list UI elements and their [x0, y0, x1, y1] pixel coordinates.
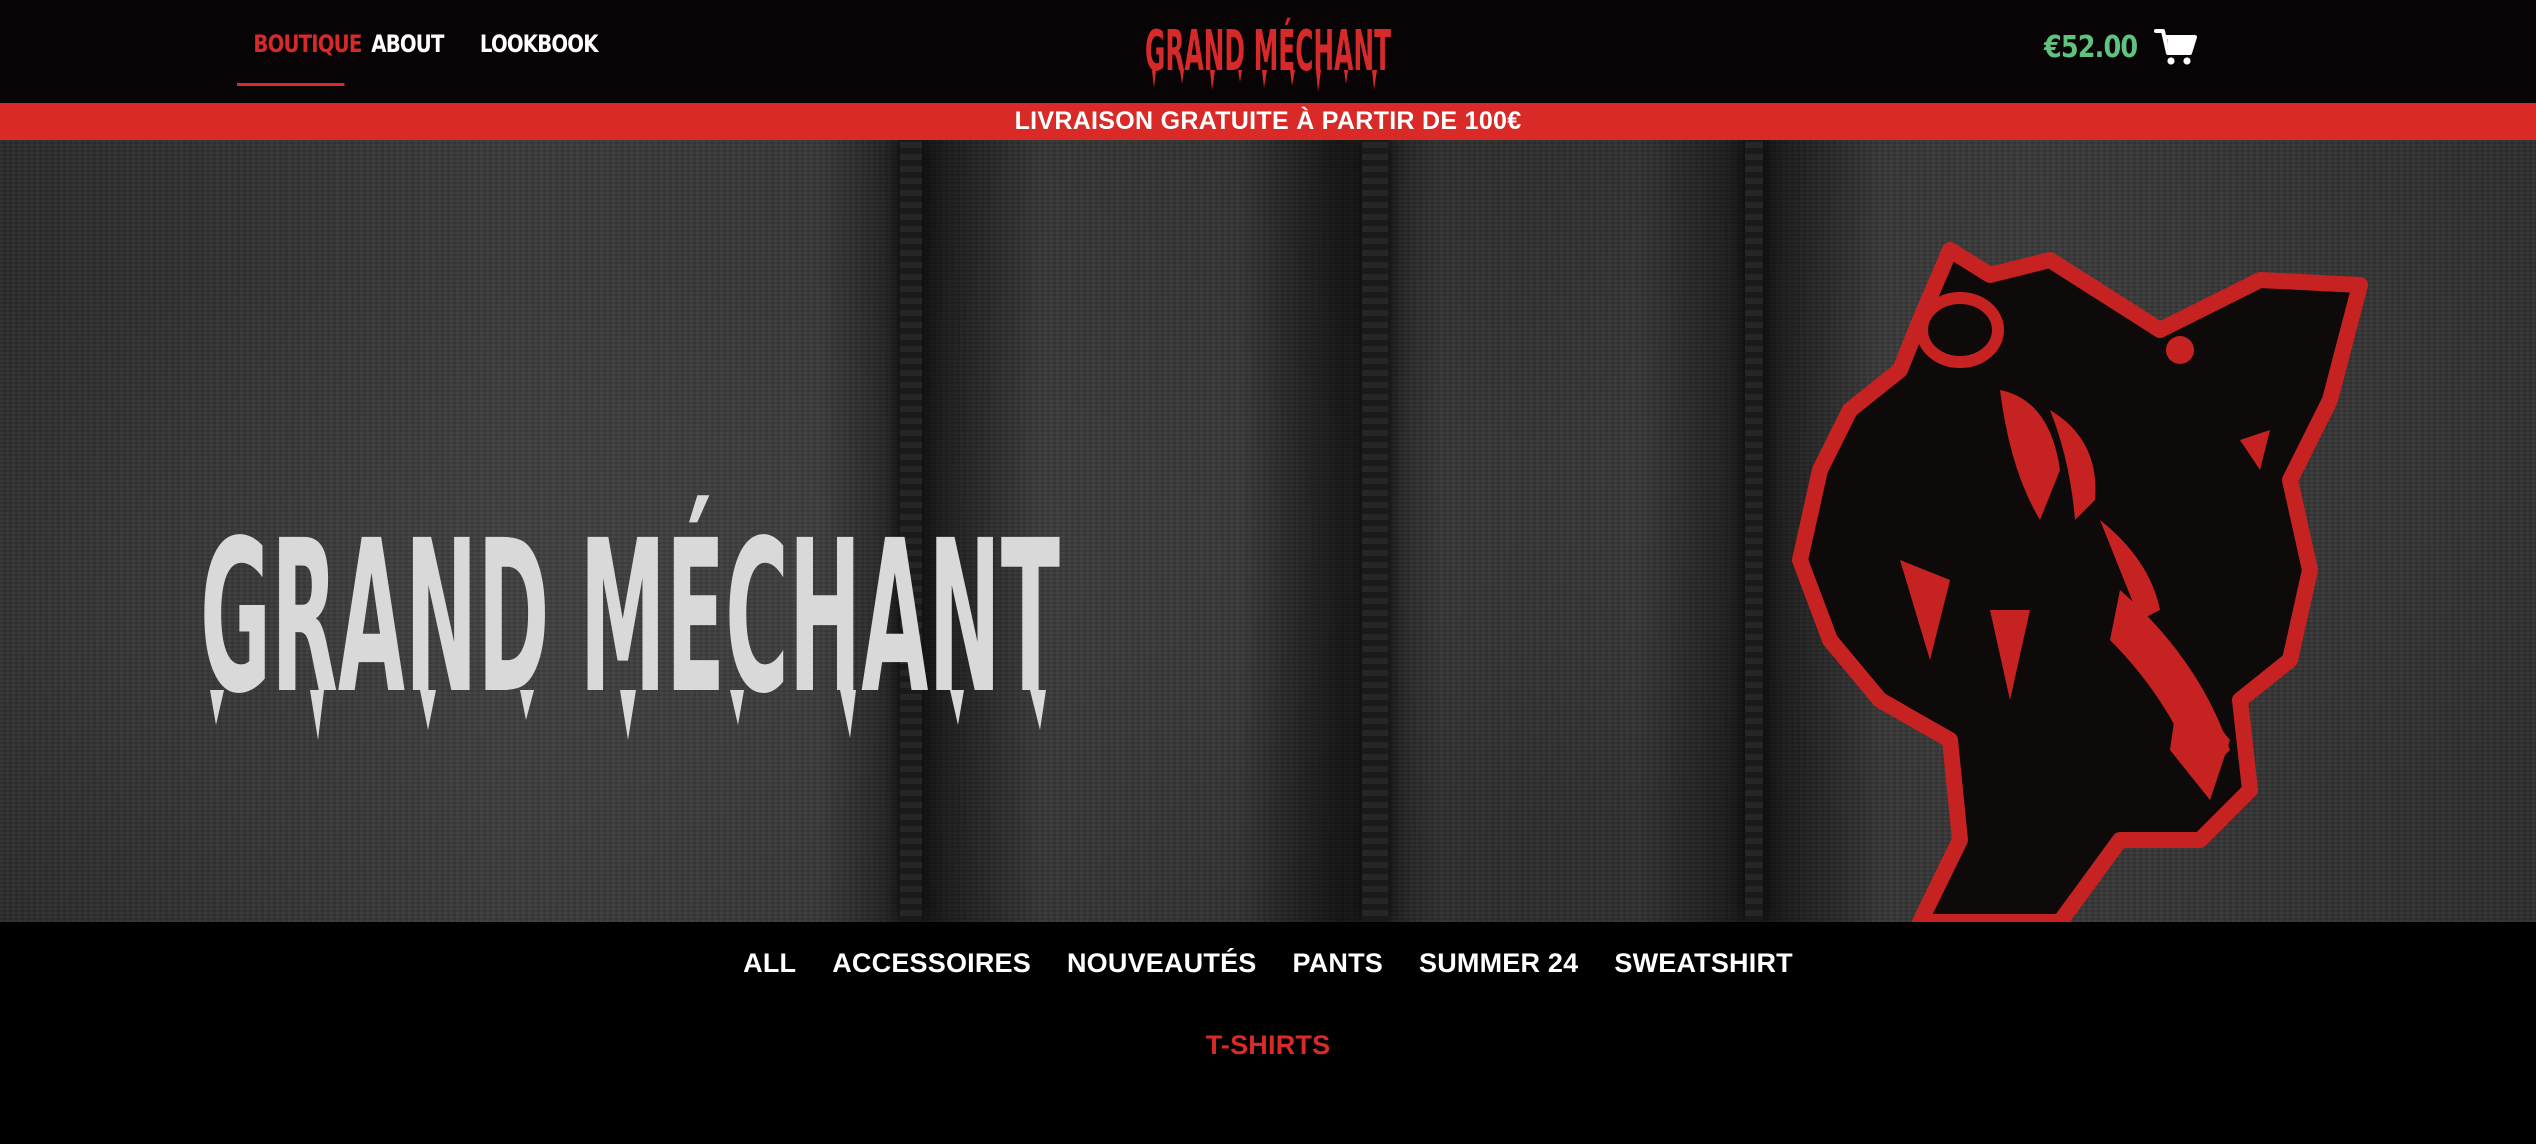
wolf-graphic: [1792, 242, 2368, 922]
shipping-banner: LIVRAISON GRATUITE À PARTIR DE 100€: [0, 103, 2536, 140]
filter-pants[interactable]: PANTS: [1275, 948, 1402, 979]
filter-sweatshirt[interactable]: SWEATSHIRT: [1596, 948, 1811, 979]
filter-t-shirts[interactable]: T-SHIRTS: [1188, 1030, 1349, 1061]
filter-accessoires[interactable]: ACCESSOIRES: [814, 948, 1049, 979]
hero-image: GRAND MÉCHANT: [0, 140, 2536, 922]
filter-all[interactable]: ALL: [725, 948, 814, 979]
cart-total: €52.00: [2044, 29, 2138, 65]
filter-row: T-SHIRTS: [0, 1004, 2536, 1086]
filter-summer-24[interactable]: SUMMER 24: [1401, 948, 1596, 979]
grand-mechant-logo: GRAND MÉCHANT: [1145, 18, 1391, 92]
main-nav: BOUTIQUE ABOUT LOOKBOOK: [237, 0, 599, 103]
site-logo[interactable]: GRAND MÉCHANT: [1140, 8, 1396, 94]
cart-button[interactable]: €52.00: [2044, 22, 2198, 72]
site-header: BOUTIQUE ABOUT LOOKBOOK GRAND MÉCHANT €5…: [0, 0, 2536, 103]
hoodie-print: GRAND MÉCHANT: [200, 242, 2368, 922]
filter-row: ALL ACCESSOIRES NOUVEAUTÉS PANTS SUMMER …: [0, 922, 2536, 1004]
nav-lookbook[interactable]: LOOKBOOK: [475, 0, 599, 88]
filter-nouveautes[interactable]: NOUVEAUTÉS: [1049, 948, 1275, 979]
nav-about[interactable]: ABOUT: [368, 0, 456, 88]
shopping-cart-icon: [2153, 29, 2197, 65]
nav-boutique[interactable]: BOUTIQUE: [237, 0, 362, 88]
